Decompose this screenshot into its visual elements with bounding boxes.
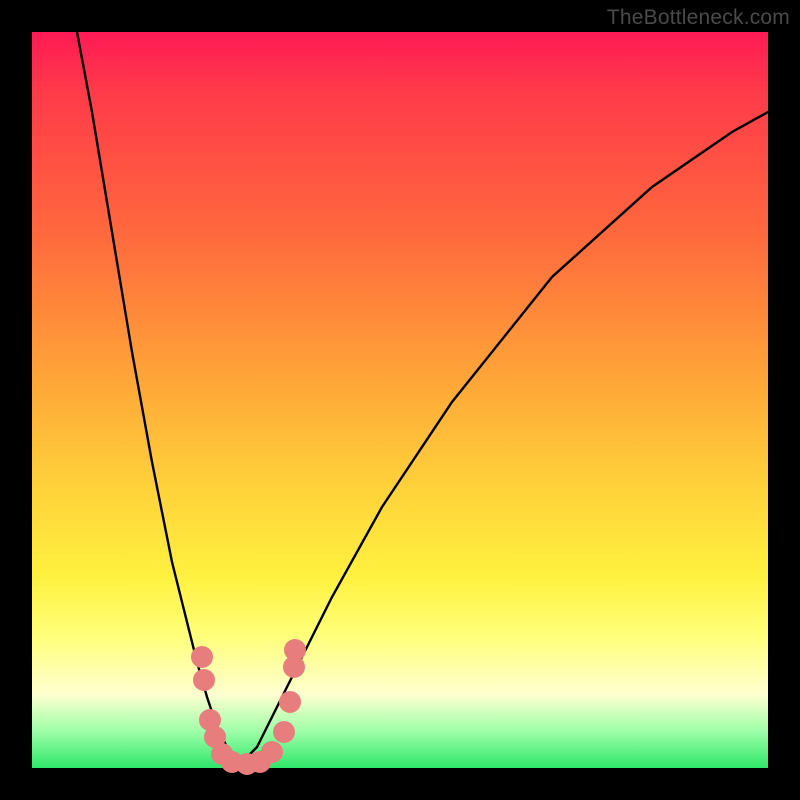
- watermark-text: TheBottleneck.com: [607, 6, 790, 30]
- dip-dot: [261, 741, 283, 763]
- chart-frame: TheBottleneck.com: [0, 0, 800, 800]
- bottleneck-curve-path: [77, 32, 768, 757]
- dip-dot: [284, 639, 306, 661]
- dip-dot: [191, 646, 213, 668]
- dip-dot: [279, 691, 301, 713]
- dip-dots-group: [191, 639, 306, 775]
- chart-svg: [32, 32, 768, 768]
- dip-dot: [193, 669, 215, 691]
- dip-dot: [273, 721, 295, 743]
- plot-area: [32, 32, 768, 768]
